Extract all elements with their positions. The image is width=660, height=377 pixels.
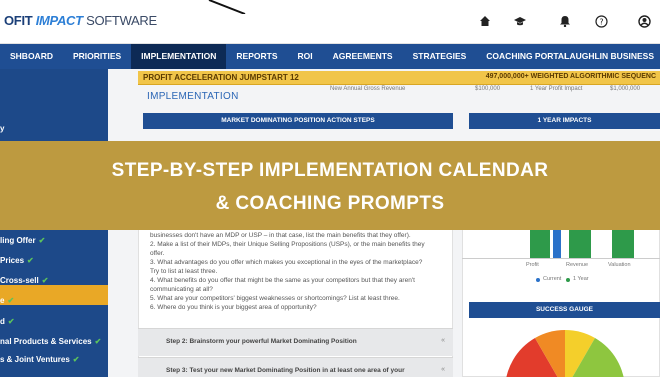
sidebar-item[interactable]: y: [0, 124, 4, 133]
chart-bar-revenue-1year: [569, 226, 591, 258]
svg-text:?: ?: [599, 17, 603, 26]
step-text: 2. Make a list of their MDPs, their Uniq…: [150, 241, 425, 248]
check-icon: ✔: [94, 337, 102, 346]
sidebar-item[interactable]: d ✔: [0, 317, 15, 326]
app-logo[interactable]: OFIT IMPACT SOFTWARE: [4, 13, 157, 28]
chart-category-label: Profit: [526, 262, 539, 268]
check-icon: ✔: [72, 355, 80, 364]
nav-roi[interactable]: ROI: [288, 44, 323, 69]
home-icon[interactable]: [476, 12, 494, 30]
step-text: businesses don't have an MDP or USP – in…: [150, 232, 411, 239]
check-icon: ✔: [41, 276, 49, 285]
check-icon: ✔: [7, 296, 15, 305]
legend-swatch-current: [536, 278, 540, 282]
jumpstart-bar[interactable]: PROFIT ACCELERATION JUMPSTART 12 497,000…: [138, 71, 660, 85]
step-text: 6. Where do you think is your biggest ar…: [150, 304, 317, 311]
legend-label: Current: [543, 276, 562, 282]
user-icon[interactable]: [635, 12, 653, 30]
chart-bar-revenue-current: [553, 226, 561, 258]
check-icon: ✔: [38, 236, 46, 245]
main-nav: SHBOARD PRIORITIES IMPLEMENTATION REPORT…: [0, 44, 660, 69]
step-text: Try to list at least three.: [150, 268, 218, 275]
graduation-cap-icon[interactable]: [511, 12, 529, 30]
chart-bar-profit-1year: [530, 226, 550, 258]
action-steps-header: MARKET DOMINATING POSITION ACTION STEPS: [143, 113, 453, 129]
top-bar: OFIT IMPACT SOFTWARE ?: [0, 0, 660, 44]
sidebar-item[interactable]: Cross-sell ✔: [0, 276, 48, 285]
step-3-accordion[interactable]: Step 3: Test your new Market Dominating …: [138, 357, 453, 377]
sidebar-item[interactable]: e ✔: [0, 296, 14, 305]
success-gauge: [506, 329, 624, 377]
step-text: 5. What are your competitors' biggest we…: [150, 295, 400, 302]
sidebar-item[interactable]: nal Products & Services ✔: [0, 337, 101, 346]
sidebar-item[interactable]: ling Offer ✔: [0, 236, 45, 245]
nav-dashboard[interactable]: SHBOARD: [0, 44, 63, 69]
chevron-icon: «: [441, 337, 445, 344]
header-fragment: $100,000: [475, 86, 501, 92]
nav-implementation[interactable]: IMPLEMENTATION: [131, 44, 227, 69]
header-fragment: 1 Year Profit Impact: [530, 86, 583, 92]
promo-banner: STEP-BY-STEP IMPLEMENTATION CALENDAR & C…: [0, 141, 660, 230]
chart-category-label: Valuation: [608, 262, 631, 268]
legend-swatch-1year: [566, 278, 570, 282]
step-text: offer.: [150, 250, 165, 257]
nav-priorities[interactable]: PRIORITIES: [63, 44, 131, 69]
bell-icon[interactable]: [556, 12, 574, 30]
page-title: IMPLEMENTATION: [147, 91, 239, 102]
step-2-accordion[interactable]: Step 2: Brainstorm your powerful Market …: [138, 328, 453, 356]
sidebar-active-highlight: [0, 285, 108, 305]
step-text: communicating at all?: [150, 286, 213, 293]
help-icon[interactable]: ?: [592, 12, 610, 30]
header-fragment: $1,000,000: [610, 86, 641, 92]
check-icon: ✔: [27, 256, 34, 265]
decorative-line: [208, 0, 246, 14]
nav-agreements[interactable]: AGREEMENTS: [323, 44, 403, 69]
business-name-menu[interactable]: LAUGHLIN BUSINESS: [564, 44, 654, 69]
impacts-header: 1 YEAR IMPACTS: [469, 113, 660, 129]
success-gauge-header: SUCCESS GAUGE: [469, 302, 660, 318]
header-fragment: New Annual Gross Revenue: [330, 86, 406, 92]
step-text: 4. What benefits do you offer that might…: [150, 277, 415, 284]
nav-strategies[interactable]: STRATEGIES: [403, 44, 477, 69]
chevron-icon: «: [441, 366, 445, 373]
sidebar-item[interactable]: s & Joint Ventures ✔: [0, 355, 80, 364]
step-text: 3. What advantages do you offer which ma…: [150, 259, 423, 266]
nav-reports[interactable]: REPORTS: [226, 44, 287, 69]
legend-label: 1 Year: [573, 276, 589, 282]
sidebar-item[interactable]: Prices ✔: [0, 256, 34, 265]
chart-bar-valuation-1year: [612, 226, 634, 258]
chart-axis: [462, 258, 660, 259]
banner-line-1: STEP-BY-STEP IMPLEMENTATION CALENDAR: [111, 160, 549, 181]
chart-category-label: Revenue: [566, 262, 589, 268]
check-icon: ✔: [7, 317, 15, 326]
banner-line-2: & COACHING PROMPTS: [215, 193, 445, 214]
